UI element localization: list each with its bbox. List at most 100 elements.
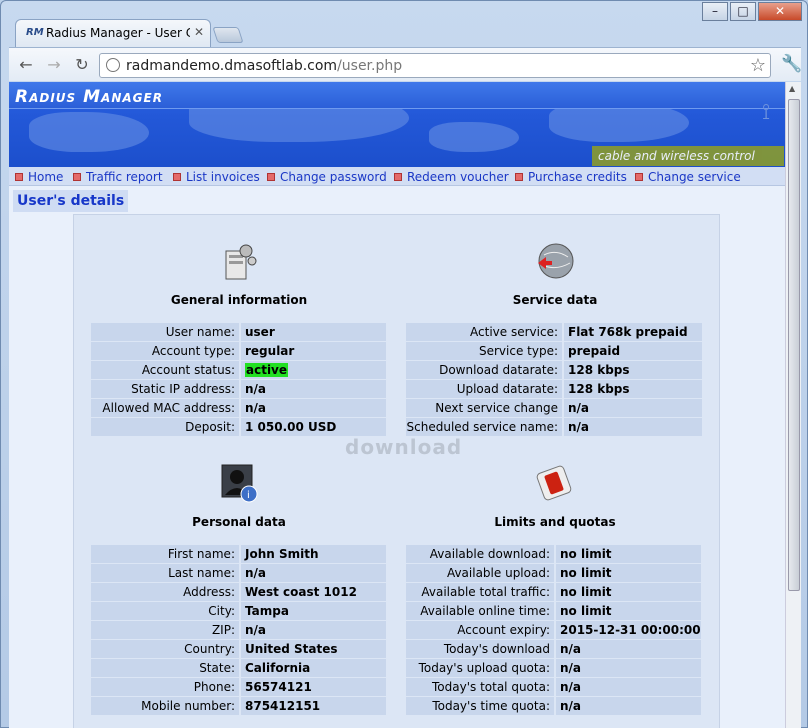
detail-value: 875412151: [241, 697, 386, 715]
bullet-icon: [15, 173, 23, 181]
detail-label: Service type:: [406, 342, 562, 360]
detail-label: User name:: [91, 323, 239, 341]
header-banner: Radius Manager ⟟ cable and wireless cont…: [9, 82, 785, 167]
detail-label: Scheduled service name:: [406, 418, 562, 436]
detail-value: n/a: [556, 678, 701, 696]
favicon-icon: RM: [26, 27, 44, 38]
menu-item-change-password[interactable]: Change password: [267, 170, 387, 184]
detail-label: ZIP:: [91, 621, 239, 639]
minimize-button[interactable]: –: [702, 2, 728, 21]
detail-label: Today's total quota:: [406, 678, 554, 696]
address-bar[interactable]: radmandemo.dmasoftlab.com/user.php ☆: [99, 53, 771, 78]
browser-toolbar: ← → ↻ radmandemo.dmasoftlab.com/user.php…: [9, 47, 802, 81]
page-content: Radius Manager ⟟ cable and wireless cont…: [9, 82, 785, 728]
detail-label: Today's upload quota:: [406, 659, 554, 677]
detail-value: no limit: [556, 602, 701, 620]
detail-label: First name:: [91, 545, 239, 563]
maximize-button[interactable]: □: [730, 2, 756, 21]
detail-label: Static IP address:: [91, 380, 239, 398]
url-text: radmandemo.dmasoftlab.com/user.php: [126, 58, 403, 74]
detail-label: Mobile number:: [91, 697, 239, 715]
menu-item-home[interactable]: Home: [15, 170, 63, 184]
detail-label: Deposit:: [91, 418, 239, 436]
detail-label: Today's time quota:: [406, 697, 554, 715]
detail-value: n/a: [556, 640, 701, 658]
bullet-icon: [73, 173, 81, 181]
detail-value: n/a: [556, 659, 701, 677]
banner-tagline: cable and wireless control: [592, 146, 784, 166]
bullet-icon: [267, 173, 275, 181]
bullet-icon: [394, 173, 402, 181]
detail-value: n/a: [241, 380, 386, 398]
detail-value: 1 050.00 USD: [241, 418, 386, 436]
detail-value: 56574121: [241, 678, 386, 696]
detail-label: Last name:: [91, 564, 239, 582]
forward-arrow-icon[interactable]: →: [43, 55, 65, 74]
detail-label: Next service change date:: [406, 399, 562, 433]
status-badge: active: [245, 363, 289, 377]
menu-item-change-service[interactable]: Change service: [635, 170, 741, 184]
detail-label: City:: [91, 602, 239, 620]
detail-label: Download datarate:: [406, 361, 562, 379]
section-title-service: Service data: [512, 293, 598, 307]
detail-value: Flat 768k prepaid: [564, 323, 702, 341]
detail-label: Phone:: [91, 678, 239, 696]
detail-value: regular: [241, 342, 386, 360]
tab-title: Radius Manager - User Con: [46, 26, 190, 40]
detail-value: n/a: [564, 418, 702, 436]
section-title-personal: Personal data: [192, 515, 286, 529]
person-info-icon: i: [221, 464, 258, 503]
back-arrow-icon[interactable]: ←: [15, 55, 37, 74]
scroll-up-icon[interactable]: ▲: [789, 84, 795, 93]
new-tab-button[interactable]: [212, 27, 244, 43]
section-title-general: General information: [170, 293, 308, 307]
detail-label: Available total traffic:: [406, 583, 554, 601]
bullet-icon: [635, 173, 643, 181]
detail-value: no limit: [556, 545, 701, 563]
detail-label: Account type:: [91, 342, 239, 360]
close-window-button[interactable]: ✕: [758, 2, 802, 21]
detail-value: n/a: [564, 399, 702, 417]
reload-icon[interactable]: ↻: [71, 55, 93, 74]
browser-tab[interactable]: RM Radius Manager - User Con ✕: [15, 19, 211, 47]
detail-value: n/a: [241, 399, 386, 417]
map-land: [29, 112, 149, 152]
server-gears-icon: [225, 244, 257, 280]
menu-item-redeem-voucher[interactable]: Redeem voucher: [394, 170, 509, 184]
menu-item-purchase-credits[interactable]: Purchase credits: [515, 170, 627, 184]
detail-value: n/a: [241, 564, 386, 582]
detail-label: State:: [91, 659, 239, 677]
tab-close-icon[interactable]: ✕: [194, 25, 204, 39]
detail-value: no limit: [556, 564, 701, 582]
bookmark-star-icon[interactable]: ☆: [750, 55, 766, 76]
detail-label: Allowed MAC address:: [91, 399, 239, 417]
menu-item-traffic-report[interactable]: Traffic report: [73, 170, 163, 184]
detail-label: Upload datarate:: [406, 380, 562, 398]
wrench-icon[interactable]: 🔧: [781, 54, 802, 74]
detail-value: Tampa: [241, 602, 386, 620]
globe-icon: [538, 243, 574, 279]
detail-label: Address:: [91, 583, 239, 601]
page-icon: [106, 58, 120, 72]
watermark: download: [345, 435, 463, 459]
detail-value: 128 kbps: [564, 361, 702, 379]
detail-label: Account expiry:: [406, 621, 554, 639]
section-title-limits: Limits and quotas: [494, 515, 616, 529]
detail-label: Today's download quota:: [406, 640, 554, 674]
detail-value: John Smith: [241, 545, 386, 563]
detail-label: Available online time:: [406, 602, 554, 620]
menu-item-list-invoices[interactable]: List invoices: [173, 170, 260, 184]
detail-value: no limit: [556, 583, 701, 601]
scrollbar-thumb[interactable]: [788, 99, 800, 591]
browser-window: RM Radius Manager - User Con ✕ – □ ✕ ← →…: [0, 0, 808, 728]
map-land: [429, 122, 519, 152]
power-switch-icon: [536, 465, 572, 501]
bullet-icon: [515, 173, 523, 181]
detail-value: n/a: [241, 621, 386, 639]
svg-text:i: i: [247, 490, 250, 501]
antenna-tower-icon: ⟟: [762, 100, 771, 125]
detail-label: Active service:: [406, 323, 562, 341]
detail-value: 128 kbps: [564, 380, 702, 398]
vertical-scrollbar[interactable]: ▲: [785, 82, 801, 728]
detail-value: prepaid: [564, 342, 702, 360]
